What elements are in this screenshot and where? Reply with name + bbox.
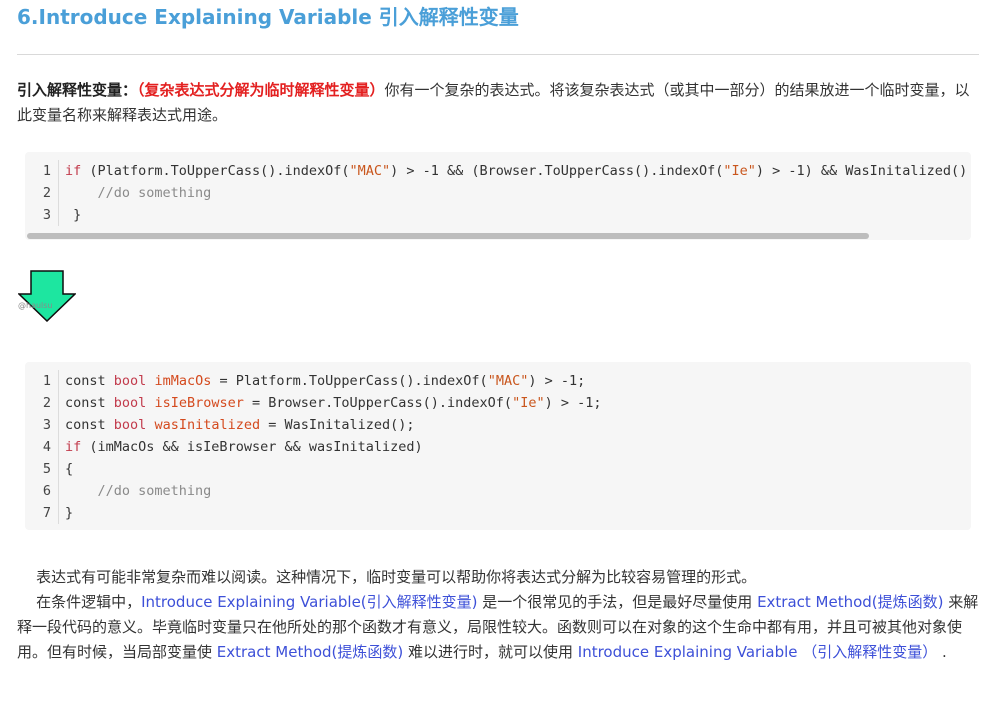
code-variable: isIeBrowser: [154, 395, 244, 411]
code-keyword: const: [65, 395, 106, 411]
code-line: 3 }: [25, 204, 971, 226]
divider: [17, 54, 979, 55]
line-number: 1: [25, 160, 59, 182]
code-keyword: const: [65, 417, 106, 433]
code-line: 2 //do something: [25, 182, 971, 204]
code-comment: //do something: [65, 483, 212, 499]
code-segment: ) > -1;: [544, 395, 602, 411]
code-variable: wasInitalized: [154, 417, 261, 433]
code-variable: imMacOs: [154, 373, 212, 389]
code-segment: (Platform.ToUpperCass().indexOf(: [81, 163, 350, 179]
code-segment: = WasInitalized();: [260, 417, 415, 433]
link-extract-method[interactable]: Extract Method(提炼函数): [757, 593, 943, 611]
code-line: 3 const bool wasInitalized = WasInitaliz…: [25, 414, 971, 436]
text-segment: 难以进行时，就可以使用: [403, 643, 578, 661]
link-extract-method[interactable]: Extract Method(提炼函数): [217, 643, 403, 661]
paragraph: 在条件逻辑中，Introduce Explaining Variable(引入解…: [17, 590, 979, 665]
line-number: 6: [25, 480, 59, 502]
code-keyword: const: [65, 373, 106, 389]
text-segment: 在条件逻辑中，: [17, 593, 142, 611]
paragraph: 表达式有可能非常复杂而难以阅读。这种情况下，临时变量可以帮助你将表达式分解为比较…: [17, 568, 757, 586]
line-number: 4: [25, 436, 59, 458]
code-type: bool: [113, 373, 147, 389]
text-segment: 是一个很常见的手法，但是最好尽量使用: [477, 593, 758, 611]
text-segment: .: [937, 643, 947, 661]
code-text: const bool imMacOs = Platform.ToUpperCas…: [59, 370, 585, 392]
code-string: "Ie": [512, 395, 545, 411]
code-line: 4 if (imMacOs && isIeBrowser && wasInita…: [25, 436, 971, 458]
code-segment: ) > -1;: [528, 373, 586, 389]
code-keyword: if: [65, 439, 82, 455]
code-segment: = Browser.ToUpperCass().indexOf(: [243, 395, 513, 411]
code-text: if (imMacOs && isIeBrowser && wasInitali…: [59, 436, 423, 458]
line-number: 2: [25, 182, 59, 204]
link-introduce-explaining-variable[interactable]: Introduce Explaining Variable （引入解释性变量）: [578, 643, 937, 661]
code-text: {: [65, 461, 74, 477]
code-text: const bool wasInitalized = WasInitalized…: [59, 414, 415, 436]
code-string: "MAC": [349, 163, 391, 179]
code-line: 2 const bool isIeBrowser = Browser.ToUpp…: [25, 392, 971, 414]
code-text: }: [65, 505, 74, 521]
code-segment: ) > -1) && WasInitalized() && resize > 0…: [755, 163, 968, 179]
code-comment: //do something: [65, 185, 212, 201]
intro-highlight: （复杂表达式分解为临时解释性变量）: [137, 81, 385, 99]
intro-paragraph: 引入解释性变量：（复杂表达式分解为临时解释性变量）你有一个复杂的表达式。将该复杂…: [17, 78, 979, 128]
code-block-before: 1 if (Platform.ToUpperCass().indexOf("MA…: [25, 152, 971, 240]
code-line: 1 const bool imMacOs = Platform.ToUpperC…: [25, 370, 971, 392]
code-line: 5 {: [25, 458, 971, 480]
code-line: 7 }: [25, 502, 971, 524]
code-string: "Ie": [723, 163, 756, 179]
code-string: "MAC": [487, 373, 529, 389]
code-keyword: if: [65, 163, 82, 179]
line-number: 2: [25, 392, 59, 414]
code-type: bool: [113, 417, 147, 433]
code-segment: ) > -1 && (Browser.ToUpperCass().indexOf…: [390, 163, 724, 179]
code-segment: = Platform.ToUpperCass().indexOf(: [211, 373, 488, 389]
article-body: 表达式有可能非常复杂而难以阅读。这种情况下，临时变量可以帮助你将表达式分解为比较…: [17, 565, 979, 665]
code-block-after: 1 const bool imMacOs = Platform.ToUpperC…: [25, 362, 971, 530]
intro-lead: 引入解释性变量：: [17, 81, 138, 99]
arrow-watermark: @haulsu: [18, 301, 53, 310]
horizontal-scrollbar[interactable]: [27, 233, 869, 239]
code-segment: (imMacOs && isIeBrowser && wasInitalized…: [81, 439, 423, 455]
line-number: 7: [25, 502, 59, 524]
down-arrow-icon: @haulsu: [17, 270, 77, 323]
link-introduce-explaining-variable[interactable]: Introduce Explaining Variable(引入解释性变量): [141, 593, 477, 611]
code-line: 1 if (Platform.ToUpperCass().indexOf("MA…: [25, 160, 971, 182]
code-text: const bool isIeBrowser = Browser.ToUpper…: [59, 392, 601, 414]
line-number: 3: [25, 204, 59, 226]
code-text: if (Platform.ToUpperCass().indexOf("MAC"…: [59, 160, 971, 182]
code-type: bool: [113, 395, 147, 411]
line-number: 3: [25, 414, 59, 436]
line-number: 5: [25, 458, 59, 480]
line-number: 1: [25, 370, 59, 392]
code-line: 6 //do something: [25, 480, 971, 502]
page-title: 6.Introduce Explaining Variable 引入解释性变量: [17, 5, 519, 29]
code-text: }: [65, 207, 82, 223]
